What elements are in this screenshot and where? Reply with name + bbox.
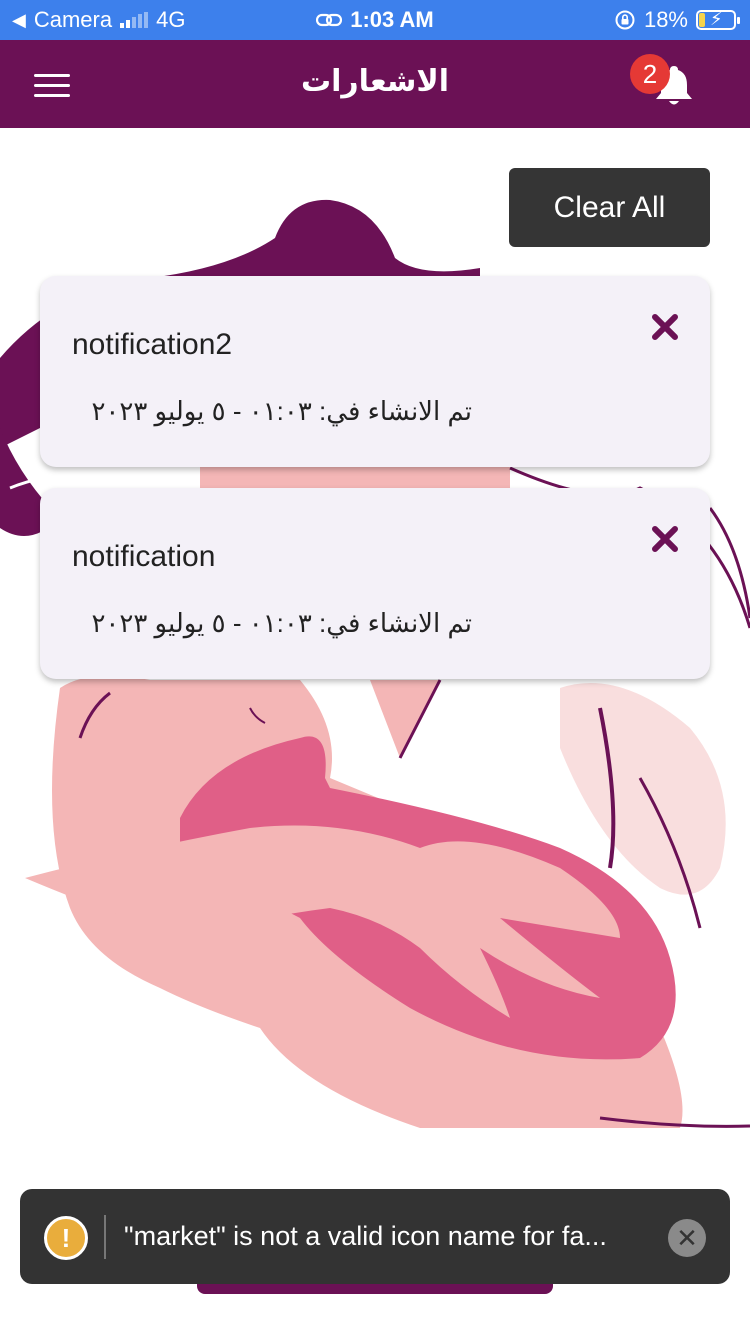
- notification-title: notification2: [72, 328, 233, 361]
- clock: 1:03 AM: [350, 7, 434, 32]
- battery-percent: 18%: [643, 7, 688, 32]
- notification-card[interactable]: notification2 تم الانشاء في: ٠١:٠٣ - ٥ ي…: [40, 276, 710, 467]
- notification-created-date: تم الانشاء في: ٠١:٠٣ - ٥ يوليو ٢٠٢٣: [91, 608, 472, 638]
- link-icon: [316, 13, 343, 27]
- close-icon[interactable]: [650, 312, 680, 342]
- toast-message: "market" is not a valid icon name for fa…: [124, 1221, 607, 1251]
- clear-all-button[interactable]: Clear All: [509, 168, 710, 247]
- close-icon[interactable]: ✕: [668, 1219, 706, 1257]
- close-icon[interactable]: [650, 524, 680, 554]
- notification-count-badge: 2: [630, 54, 670, 94]
- battery-icon: ⚡: [696, 9, 740, 30]
- warning-toast: ! "market" is not a valid icon name for …: [20, 1189, 730, 1284]
- notification-title: notification: [72, 540, 216, 573]
- rotation-lock-icon: [615, 10, 635, 30]
- warning-icon: !: [44, 1216, 88, 1260]
- status-bar: ◀ Camera 4G 1:03 AM 18% ⚡: [0, 0, 750, 40]
- app-bar: الاشعارات 2: [0, 40, 750, 128]
- notification-created-date: تم الانشاء في: ٠١:٠٣ - ٥ يوليو ٢٠٢٣: [91, 396, 472, 426]
- notifications-bell-button[interactable]: 2: [630, 54, 704, 114]
- toast-divider: [104, 1215, 106, 1259]
- notification-card[interactable]: notification تم الانشاء في: ٠١:٠٣ - ٥ يو…: [40, 488, 710, 679]
